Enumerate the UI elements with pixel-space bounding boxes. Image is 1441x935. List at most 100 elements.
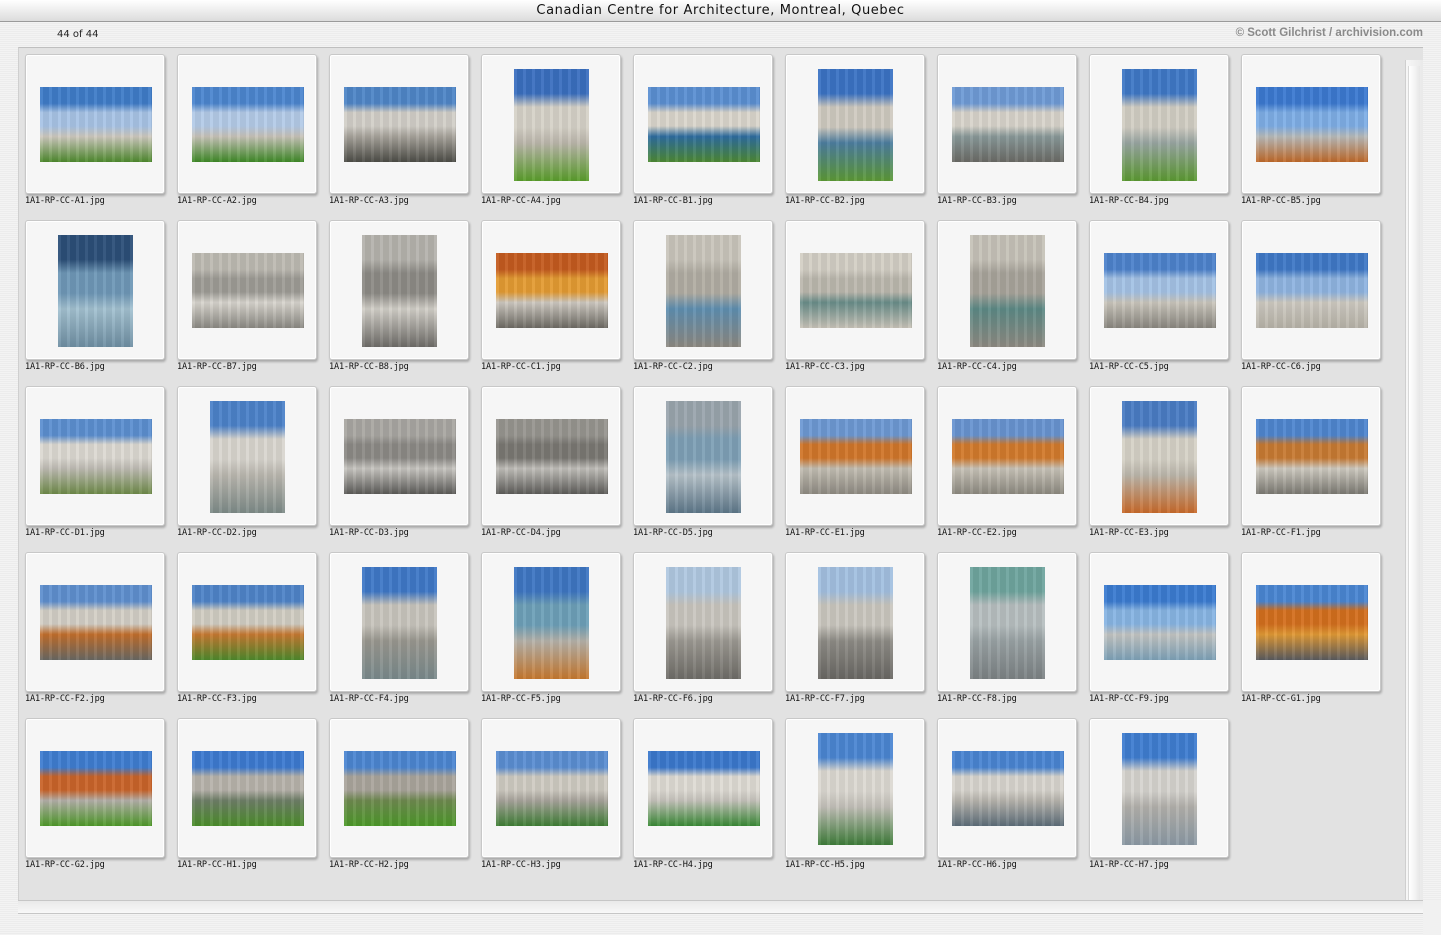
thumbnail-item[interactable]: 1A1-RP-CC-C3.jpg: [784, 219, 929, 381]
slide-frame[interactable]: [481, 718, 621, 858]
thumbnail-item[interactable]: 1A1-RP-CC-B8.jpg: [328, 219, 473, 381]
thumbnail-image[interactable]: [818, 733, 893, 845]
thumbnail-image[interactable]: [192, 585, 304, 660]
slide-frame[interactable]: [25, 220, 165, 360]
thumbnail-item[interactable]: 1A1-RP-CC-H5.jpg: [784, 717, 929, 879]
thumbnail-item[interactable]: 1A1-RP-CC-F8.jpg: [936, 551, 1081, 713]
thumbnail-item[interactable]: 1A1-RP-CC-F6.jpg: [632, 551, 777, 713]
slide-frame[interactable]: [329, 220, 469, 360]
thumbnail-item[interactable]: 1A1-RP-CC-B3.jpg: [936, 53, 1081, 215]
thumbnail-item[interactable]: 1A1-RP-CC-F1.jpg: [1240, 385, 1385, 547]
thumbnail-image[interactable]: [1256, 87, 1368, 162]
thumbnail-item[interactable]: 1A1-RP-CC-E1.jpg: [784, 385, 929, 547]
thumbnail-item[interactable]: 1A1-RP-CC-H1.jpg: [176, 717, 321, 879]
thumbnail-image[interactable]: [970, 567, 1045, 679]
slide-frame[interactable]: [1241, 552, 1381, 692]
thumbnail-item[interactable]: 1A1-RP-CC-H3.jpg: [480, 717, 625, 879]
slide-frame[interactable]: [785, 220, 925, 360]
thumbnail-image[interactable]: [1122, 69, 1197, 181]
thumbnail-image[interactable]: [666, 567, 741, 679]
slide-frame[interactable]: [481, 552, 621, 692]
slide-frame[interactable]: [1241, 386, 1381, 526]
thumbnail-item[interactable]: 1A1-RP-CC-A2.jpg: [176, 53, 321, 215]
vertical-scrollbar-thumb[interactable]: [1408, 66, 1420, 900]
thumbnail-image[interactable]: [344, 419, 456, 494]
thumbnail-item[interactable]: 1A1-RP-CC-B6.jpg: [24, 219, 169, 381]
thumbnail-item[interactable]: 1A1-RP-CC-C4.jpg: [936, 219, 1081, 381]
thumbnail-item[interactable]: 1A1-RP-CC-F4.jpg: [328, 551, 473, 713]
slide-frame[interactable]: [633, 54, 773, 194]
slide-frame[interactable]: [177, 386, 317, 526]
slide-frame[interactable]: [785, 54, 925, 194]
thumbnail-item[interactable]: 1A1-RP-CC-G1.jpg: [1240, 551, 1385, 713]
slide-frame[interactable]: [937, 220, 1077, 360]
thumbnail-item[interactable]: 1A1-RP-CC-D5.jpg: [632, 385, 777, 547]
thumbnail-item[interactable]: 1A1-RP-CC-C2.jpg: [632, 219, 777, 381]
thumbnail-image[interactable]: [800, 419, 912, 494]
thumbnail-item[interactable]: 1A1-RP-CC-F3.jpg: [176, 551, 321, 713]
thumbnail-item[interactable]: 1A1-RP-CC-E3.jpg: [1088, 385, 1233, 547]
thumbnail-image[interactable]: [192, 87, 304, 162]
slide-frame[interactable]: [1089, 54, 1229, 194]
thumbnail-image[interactable]: [1256, 419, 1368, 494]
thumbnail-item[interactable]: 1A1-RP-CC-B2.jpg: [784, 53, 929, 215]
slide-frame[interactable]: [329, 386, 469, 526]
slide-frame[interactable]: [633, 220, 773, 360]
thumbnail-item[interactable]: 1A1-RP-CC-B4.jpg: [1088, 53, 1233, 215]
slide-frame[interactable]: [633, 718, 773, 858]
slide-frame[interactable]: [937, 54, 1077, 194]
thumbnail-image[interactable]: [1104, 585, 1216, 660]
thumbnail-image[interactable]: [1122, 733, 1197, 845]
slide-frame[interactable]: [177, 552, 317, 692]
thumbnail-image[interactable]: [666, 235, 741, 347]
thumbnail-image[interactable]: [496, 253, 608, 328]
thumbnail-item[interactable]: 1A1-RP-CC-H6.jpg: [936, 717, 1081, 879]
thumbnail-image[interactable]: [952, 87, 1064, 162]
slide-frame[interactable]: [177, 54, 317, 194]
slide-frame[interactable]: [25, 386, 165, 526]
slide-frame[interactable]: [785, 386, 925, 526]
thumbnail-image[interactable]: [192, 253, 304, 328]
thumbnail-image[interactable]: [514, 567, 589, 679]
slide-frame[interactable]: [177, 718, 317, 858]
thumbnail-image[interactable]: [1122, 401, 1197, 513]
thumbnail-item[interactable]: 1A1-RP-CC-D1.jpg: [24, 385, 169, 547]
thumbnail-item[interactable]: 1A1-RP-CC-G2.jpg: [24, 717, 169, 879]
thumbnail-item[interactable]: 1A1-RP-CC-D4.jpg: [480, 385, 625, 547]
thumbnail-item[interactable]: 1A1-RP-CC-C1.jpg: [480, 219, 625, 381]
thumbnail-item[interactable]: 1A1-RP-CC-F5.jpg: [480, 551, 625, 713]
thumbnail-image[interactable]: [496, 751, 608, 826]
thumbnail-image[interactable]: [344, 751, 456, 826]
slide-frame[interactable]: [633, 386, 773, 526]
slide-frame[interactable]: [937, 552, 1077, 692]
thumbnail-image[interactable]: [514, 69, 589, 181]
thumbnail-image[interactable]: [970, 235, 1045, 347]
thumbnail-image[interactable]: [344, 87, 456, 162]
thumbnail-item[interactable]: 1A1-RP-CC-H2.jpg: [328, 717, 473, 879]
slide-frame[interactable]: [25, 718, 165, 858]
slide-frame[interactable]: [25, 54, 165, 194]
thumbnail-item[interactable]: 1A1-RP-CC-B7.jpg: [176, 219, 321, 381]
thumbnail-item[interactable]: 1A1-RP-CC-D2.jpg: [176, 385, 321, 547]
slide-frame[interactable]: [25, 552, 165, 692]
thumbnail-image[interactable]: [362, 567, 437, 679]
thumbnail-item[interactable]: 1A1-RP-CC-F7.jpg: [784, 551, 929, 713]
thumbnail-image[interactable]: [362, 235, 437, 347]
thumbnail-image[interactable]: [40, 419, 152, 494]
slide-frame[interactable]: [329, 552, 469, 692]
thumbnail-image[interactable]: [1256, 585, 1368, 660]
slide-frame[interactable]: [937, 386, 1077, 526]
thumbnail-image[interactable]: [818, 69, 893, 181]
slide-frame[interactable]: [177, 220, 317, 360]
thumbnail-item[interactable]: 1A1-RP-CC-F9.jpg: [1088, 551, 1233, 713]
slide-frame[interactable]: [785, 552, 925, 692]
thumbnail-item[interactable]: 1A1-RP-CC-D3.jpg: [328, 385, 473, 547]
thumbnail-item[interactable]: 1A1-RP-CC-F2.jpg: [24, 551, 169, 713]
thumbnail-image[interactable]: [1104, 253, 1216, 328]
thumbnail-image[interactable]: [192, 751, 304, 826]
thumbnail-item[interactable]: 1A1-RP-CC-A4.jpg: [480, 53, 625, 215]
slide-frame[interactable]: [1089, 718, 1229, 858]
thumbnail-image[interactable]: [666, 401, 741, 513]
slide-frame[interactable]: [633, 552, 773, 692]
slide-frame[interactable]: [481, 220, 621, 360]
